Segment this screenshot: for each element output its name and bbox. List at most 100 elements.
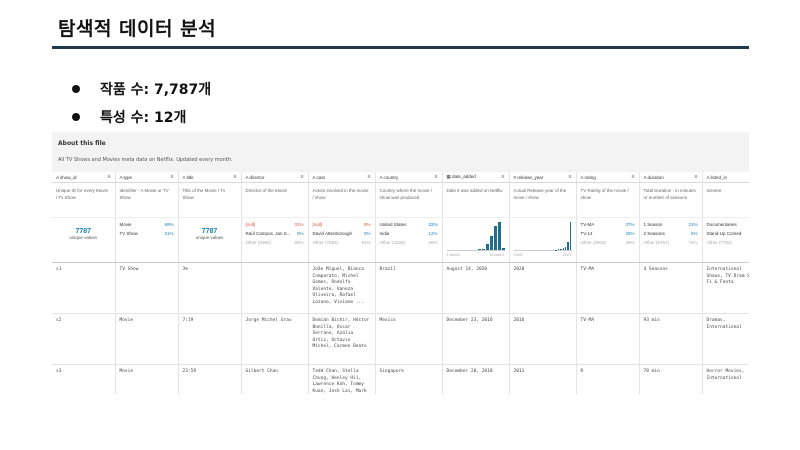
table-cell[interactable]: TV-MA <box>576 262 640 314</box>
table-cell[interactable]: 3% <box>178 262 242 314</box>
table-cell[interactable]: Gilbert Chan <box>241 364 309 394</box>
column-header-content: A duration ≡ <box>644 172 698 182</box>
table-cell[interactable] <box>241 262 309 314</box>
summary-value-row: Other (7752) <box>707 240 750 249</box>
column-summary-row: 7787 unique values Movie 69% TV Show 31% 7787 u… <box>52 217 750 263</box>
sort-menu-icon[interactable]: ≡ <box>301 174 304 180</box>
table-cell[interactable]: Jorge Michel Grau <box>241 313 309 365</box>
column-header-show_id[interactable]: A show_id ≡ <box>52 172 116 183</box>
column-header-type[interactable]: A type ≡ <box>115 172 179 183</box>
table-cell[interactable]: International Shows, TV Dram Sci-Fi & Fa… <box>702 262 749 314</box>
sort-menu-icon[interactable]: ≡ <box>171 174 174 180</box>
summary-value-row: Movie 69% <box>120 222 174 231</box>
summary-value-row: Other (4328) 56% <box>380 240 438 249</box>
sort-menu-icon[interactable]: ≡ <box>569 174 572 180</box>
data-table: A show_id ≡ A type ≡ A title ≡ A director ≡ A ca… <box>52 172 749 394</box>
column-header-listed_in[interactable]: A listed_in≡ <box>702 172 749 183</box>
summary-value: TV Show <box>119 231 138 236</box>
unique-values: 7787 unique values <box>56 228 111 240</box>
table-cell[interactable]: 7:19 <box>178 313 242 365</box>
sort-menu-icon[interactable]: ≡ <box>502 174 505 180</box>
table-cell[interactable]: Singapore <box>375 364 443 394</box>
histogram-bar <box>489 236 493 250</box>
column-summary-listed_in: Documentaries Stand-Up Comed Other (7752) <box>702 217 750 263</box>
histogram-bar <box>557 249 560 250</box>
histogram-bar <box>567 241 569 250</box>
summary-percent: 0% <box>363 231 371 236</box>
bullet-icon <box>72 113 80 121</box>
table-cell[interactable]: TV Show <box>115 262 179 314</box>
summary-percent: 9% <box>363 222 371 227</box>
column-name: A show_id <box>56 174 77 180</box>
summary-value: David Attenborough <box>312 231 353 236</box>
summary-percent: 12% <box>428 231 438 236</box>
column-header-country[interactable]: A country ≡ <box>375 172 443 183</box>
table-cell[interactable]: s2 <box>52 313 116 365</box>
summary-value-row: Other (2903) 38% <box>581 240 635 249</box>
table-cell[interactable]: 93 min <box>639 313 703 365</box>
table-cell[interactable]: s1 <box>52 262 116 314</box>
table-cell[interactable]: 78 min <box>639 364 703 394</box>
table-cell[interactable]: August 14, 2020 <box>442 262 510 314</box>
table-cell[interactable]: 2011 <box>509 364 577 394</box>
table-cell[interactable]: Demián Bichir, Héctor Bonilla, Oscar Ser… <box>308 313 376 365</box>
summary-value-row: United States 33% <box>380 222 438 231</box>
summary-value: 1 Season <box>643 222 663 227</box>
sort-menu-icon[interactable]: ≡ <box>695 174 698 180</box>
table-cell[interactable]: 2016 <box>509 313 577 365</box>
sort-menu-icon[interactable]: ≡ <box>234 174 237 180</box>
sort-menu-icon[interactable]: ≡ <box>368 174 371 180</box>
table-cell[interactable]: December 23, 2016 <box>442 313 510 365</box>
column-header-title[interactable]: A title ≡ <box>178 172 242 183</box>
table-cell[interactable]: Horror Movies, International <box>702 364 749 394</box>
summary-percent: 33% <box>428 222 438 227</box>
column-header-release_year[interactable]: # release_year ≡ <box>509 172 577 183</box>
bullet-item: 작품 수: 7,787개 <box>72 76 211 102</box>
histogram-bar <box>565 246 567 250</box>
column-header-date_added[interactable]: ▦ date_added ≡ <box>442 172 510 183</box>
table-cell[interactable]: December 20, 2018 <box>442 364 510 394</box>
column-header-cast[interactable]: A cast ≡ <box>308 172 376 183</box>
column-header-director[interactable]: A director ≡ <box>241 172 309 183</box>
table-cell[interactable]: 2020 <box>509 262 577 314</box>
summary-percent: 31% <box>164 231 174 236</box>
sort-menu-icon[interactable]: ≡ <box>108 174 111 180</box>
table-cell[interactable]: Mexico <box>375 313 443 365</box>
sort-menu-icon[interactable]: ≡ <box>632 174 635 180</box>
column-header-content: A country ≡ <box>380 172 438 182</box>
unique-label: unique values <box>195 235 224 240</box>
bullet-list: 작품 수: 7,787개 특성 수: 12개 <box>72 76 211 132</box>
table-cell[interactable]: TV-MA <box>576 313 640 365</box>
summary-value: Other (7053) <box>312 240 339 245</box>
table-cell[interactable]: Movie <box>115 313 179 365</box>
summary-value-row: 1 Season 21% <box>644 222 698 231</box>
unique-count: 7787 <box>201 228 218 235</box>
table-cell[interactable]: Tedd Chan, Stella Chung, Henley Hii, Law… <box>308 364 376 394</box>
bullet-item: 특성 수: 12개 <box>72 104 211 130</box>
column-header-duration[interactable]: A duration ≡ <box>639 172 703 183</box>
histogram-range: 1Jan08 16Jan21 <box>447 252 505 257</box>
table-cell[interactable]: João Miguel, Bianca Comparato, Michel Go… <box>308 262 376 314</box>
table-cell[interactable]: s3 <box>52 364 116 394</box>
table-cell[interactable]: Brazil <box>375 262 443 314</box>
column-description: Actual Release year of the move / show <box>509 182 577 218</box>
table-cell[interactable]: Dramas, International <box>702 313 749 365</box>
column-name: A director <box>245 174 265 180</box>
histogram-max: 16Jan21 <box>489 252 505 257</box>
histogram-bar <box>481 248 485 250</box>
column-name: A listed_in <box>706 174 728 180</box>
summary-value-row: 2 Seasons 5% <box>644 231 698 240</box>
summary-value-row: Other (7053) 91% <box>313 240 371 249</box>
table-cell[interactable]: 4 Seasons <box>639 262 703 314</box>
table-cell[interactable]: R <box>576 364 640 394</box>
table-row: s3 Movie 23:59 Gilbert Chan Tedd Chan, Stell… <box>52 364 749 394</box>
column-header-rating[interactable]: A rating ≡ <box>576 172 640 183</box>
table-cell[interactable]: Movie <box>115 364 179 394</box>
sort-menu-icon[interactable]: ≡ <box>435 174 438 180</box>
table-cell[interactable]: 23:59 <box>178 364 242 394</box>
summary-value: Other (7752) <box>706 240 733 245</box>
column-summary-country: United States 33% India 12% Other (4328) 56% <box>375 217 443 263</box>
column-description: Date it was added on Netflix <box>442 182 510 218</box>
summary-percent: 21% <box>688 222 698 227</box>
summary-value: 2 Seasons <box>643 231 665 236</box>
